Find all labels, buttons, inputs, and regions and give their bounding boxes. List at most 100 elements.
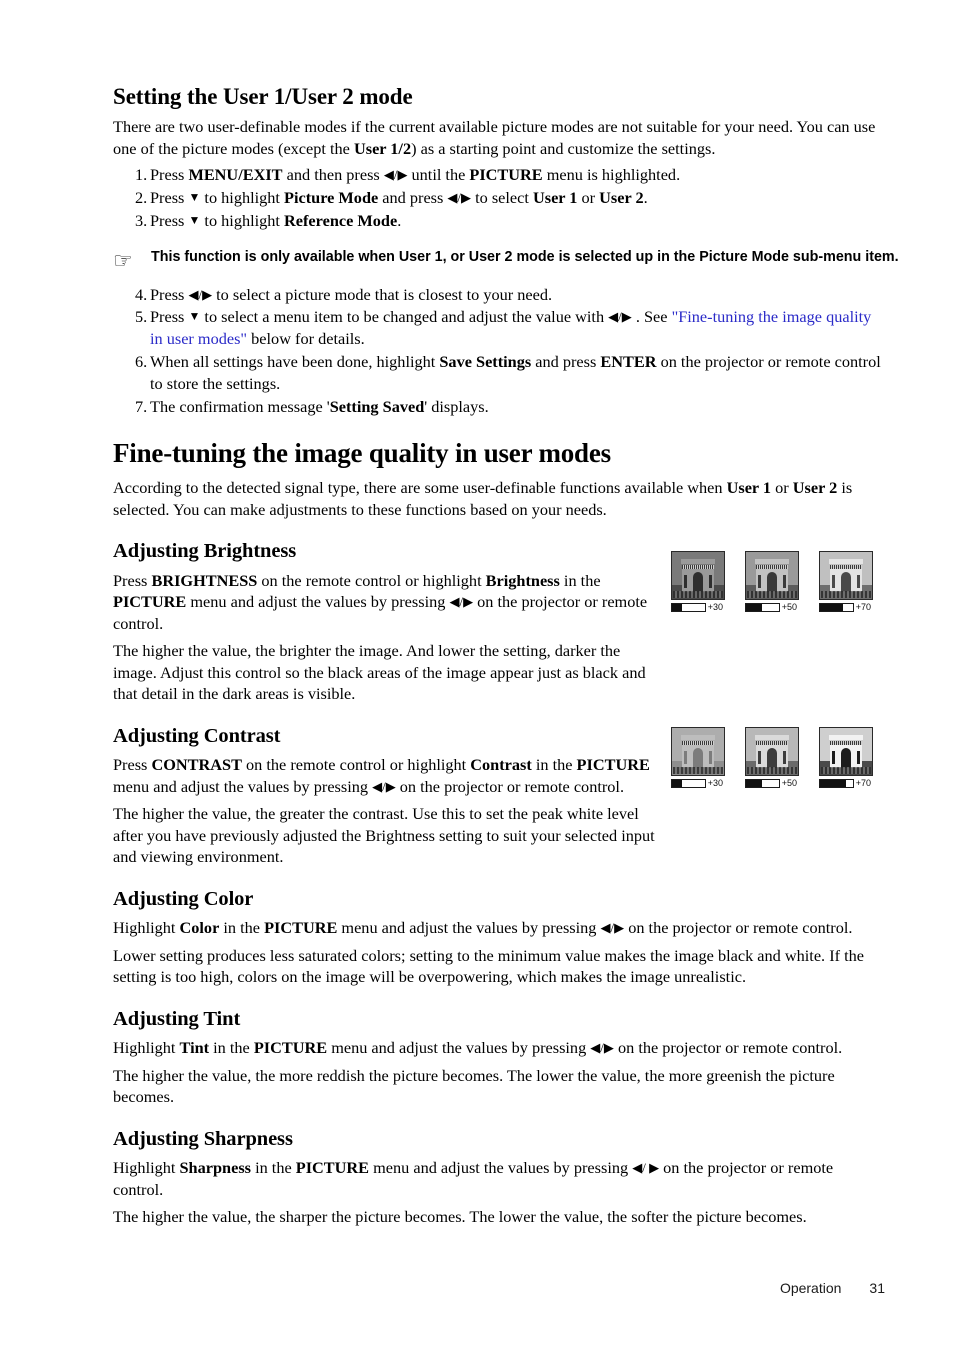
slider-value-label: +50 bbox=[781, 602, 797, 612]
section-heading-fine-tuning: Fine-tuning the image quality in user mo… bbox=[113, 438, 611, 469]
brightness-sample-images: +30 +50 +70 bbox=[671, 551, 873, 612]
step-number: 3. bbox=[135, 210, 148, 230]
sharpness-paragraph-2: The higher the value, the sharper the pi… bbox=[113, 1207, 807, 1227]
key-menu-exit: MENU/EXIT bbox=[188, 165, 283, 185]
foreground-crowd bbox=[673, 591, 723, 598]
arrow-down-icon: ▼ bbox=[188, 309, 201, 324]
menu-sharpness: Sharpness bbox=[179, 1158, 252, 1178]
arch-silhouette bbox=[755, 735, 789, 768]
step-text: . bbox=[643, 188, 648, 208]
text: in the bbox=[209, 1038, 254, 1058]
arrow-left-right-icon: ◀/▶ bbox=[449, 594, 474, 610]
step-text: When all settings have been done, highli… bbox=[150, 352, 440, 372]
intro-text: or bbox=[771, 478, 793, 498]
user-mode-intro-paragraph: There are two user-definable modes if th… bbox=[113, 116, 883, 159]
arch-attic bbox=[681, 559, 715, 564]
menu-picture: PICTURE bbox=[469, 165, 543, 185]
step-text: to highlight bbox=[200, 210, 285, 230]
slider-fill bbox=[746, 780, 763, 787]
slider-track bbox=[819, 779, 854, 788]
step-item-4: 4. Press ◀/▶ to select a picture mode tha… bbox=[113, 284, 885, 306]
sample-image-item: +50 bbox=[745, 727, 799, 788]
arch-attic bbox=[755, 735, 789, 740]
arrow-left-right-icon: ◀/▶ bbox=[600, 920, 625, 936]
brightness-paragraph-2: The higher the value, the brighter the i… bbox=[113, 641, 646, 704]
slider-track bbox=[745, 779, 780, 788]
subsection-heading-color: Adjusting Color bbox=[113, 887, 254, 910]
arch-silhouette bbox=[681, 735, 715, 768]
arrow-left-right-icon: ◀/▶ bbox=[447, 190, 472, 206]
foreground-crowd bbox=[673, 767, 723, 774]
intro-text: According to the detected signal type, t… bbox=[113, 478, 727, 498]
arch-attic bbox=[681, 735, 715, 740]
text: in the bbox=[251, 1158, 296, 1178]
value-slider: +70 bbox=[819, 779, 871, 788]
step-text: ' displays. bbox=[424, 396, 489, 416]
text: menu and adjust the values by pressing bbox=[337, 918, 601, 938]
arch-relief-left bbox=[684, 575, 687, 588]
menu-picture: PICTURE bbox=[576, 755, 650, 775]
subsection-heading-tint: Adjusting Tint bbox=[113, 1007, 241, 1030]
arch-vault-opening bbox=[693, 572, 703, 592]
sample-image-item: +50 bbox=[745, 551, 799, 612]
arch-silhouette bbox=[755, 559, 789, 592]
arch-relief-right bbox=[709, 751, 712, 764]
step-text: . bbox=[397, 210, 402, 230]
step-text: until the bbox=[407, 165, 470, 185]
option-user-1: User 1 bbox=[726, 478, 772, 498]
menu-tint: Tint bbox=[179, 1038, 210, 1058]
slider-fill bbox=[672, 604, 682, 611]
note-text: This function is only available when Use… bbox=[151, 248, 899, 265]
arch-vault-opening bbox=[767, 572, 777, 592]
arch-relief-right bbox=[857, 751, 860, 764]
arch-vault-opening bbox=[767, 748, 777, 768]
menu-picture: PICTURE bbox=[264, 918, 338, 938]
contrast-paragraph-2: The higher the value, the greater the co… bbox=[113, 804, 655, 867]
color-paragraph-2: Lower setting produces less saturated co… bbox=[113, 945, 864, 987]
value-slider: +50 bbox=[745, 779, 797, 788]
step-item-1: 1. Press MENU/EXIT and then press ◀/▶ unt… bbox=[113, 164, 885, 186]
text: on the projector or remote control. bbox=[395, 776, 625, 796]
arrow-down-icon: ▼ bbox=[188, 212, 201, 227]
foreground-crowd bbox=[821, 767, 871, 774]
option-user-2: User 2 bbox=[792, 478, 838, 498]
slider-track bbox=[745, 603, 780, 612]
foreground-crowd bbox=[821, 591, 871, 598]
text: menu and adjust the values by pressing bbox=[369, 1158, 633, 1178]
slider-track bbox=[671, 779, 706, 788]
menu-save-settings: Save Settings bbox=[439, 352, 532, 372]
text: menu and adjust the values by pressing bbox=[186, 592, 450, 612]
step-number: 6. bbox=[135, 352, 148, 372]
option-user-1: User 1 bbox=[532, 188, 578, 208]
arrow-left-right-icon: ◀/▶ bbox=[188, 286, 213, 302]
arc-de-triomphe-thumbnail bbox=[745, 551, 799, 600]
arch-relief-left bbox=[758, 751, 761, 764]
step-item-3: 3. Press ▼ to highlight Reference Mode. bbox=[113, 210, 885, 232]
footer-section-label: Operation bbox=[779, 1280, 842, 1296]
arc-de-triomphe-thumbnail bbox=[671, 727, 725, 776]
color-paragraph-1: Highlight Color in the PICTURE menu and … bbox=[113, 917, 885, 939]
arch-relief-left bbox=[832, 751, 835, 764]
text: Highlight bbox=[113, 918, 180, 938]
steps-list-2: 4. Press ◀/▶ to select a picture mode tha… bbox=[113, 284, 885, 418]
menu-brightness: Brightness bbox=[485, 570, 560, 590]
tint-paragraph-1: Highlight Tint in the PICTURE menu and a… bbox=[113, 1037, 885, 1059]
sample-image-item: +30 bbox=[671, 727, 725, 788]
text: Press bbox=[113, 755, 152, 775]
document-page: Setting the User 1/User 2 mode There are… bbox=[0, 0, 954, 1356]
slider-track bbox=[671, 603, 706, 612]
section-heading-user-mode: Setting the User 1/User 2 mode bbox=[113, 84, 413, 109]
slider-value-label: +30 bbox=[707, 602, 723, 612]
foreground-crowd bbox=[747, 591, 797, 598]
sharpness-paragraph-1: Highlight Sharpness in the PICTURE menu … bbox=[113, 1157, 885, 1200]
arch-vault-opening bbox=[841, 572, 851, 592]
slider-fill bbox=[820, 604, 843, 611]
slider-value-label: +50 bbox=[781, 778, 797, 788]
text: in the bbox=[531, 755, 577, 775]
text: Highlight bbox=[113, 1038, 180, 1058]
menu-reference-mode: Reference Mode bbox=[284, 210, 398, 230]
arch-relief-right bbox=[709, 575, 712, 588]
fine-tuning-intro-paragraph: According to the detected signal type, t… bbox=[113, 477, 885, 520]
value-slider: +30 bbox=[671, 779, 723, 788]
arc-de-triomphe-thumbnail bbox=[671, 551, 725, 600]
